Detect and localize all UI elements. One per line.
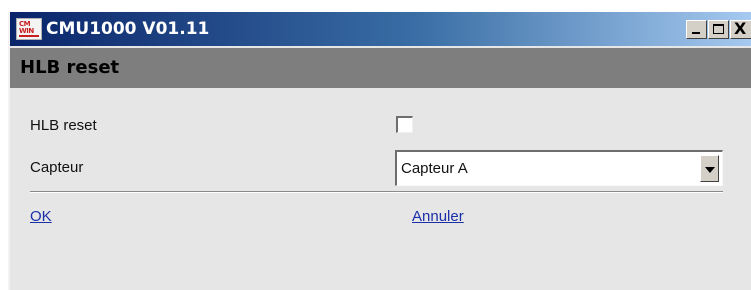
maximize-icon	[713, 24, 724, 34]
capteur-label: Capteur	[30, 159, 84, 176]
ok-link[interactable]: OK	[30, 208, 52, 226]
app-icon-stripe	[19, 35, 39, 37]
window-title: CMU1000 V01.11	[46, 19, 210, 39]
close-button[interactable]: X	[730, 20, 751, 39]
cancel-link[interactable]: Annuler	[412, 208, 464, 226]
app-icon-line2: WIN	[19, 27, 34, 35]
hlb-reset-checkbox[interactable]	[396, 116, 413, 133]
maximize-button[interactable]	[708, 20, 729, 39]
minimize-button[interactable]	[686, 20, 707, 39]
hlb-reset-label: HLB reset	[30, 117, 97, 134]
title-bar[interactable]: CM WIN CMU1000 V01.11 X	[10, 12, 751, 46]
minimize-icon	[692, 32, 700, 34]
capteur-select-value: Capteur A	[401, 160, 468, 177]
cmwin-app-icon[interactable]: CM WIN	[16, 18, 42, 40]
close-icon: X	[734, 19, 747, 38]
page-title: HLB reset	[20, 57, 120, 78]
form-divider	[30, 191, 723, 193]
page-header: HLB reset	[10, 48, 751, 88]
dropdown-button[interactable]	[700, 155, 719, 182]
chevron-down-icon	[705, 167, 715, 173]
app-window: CM WIN CMU1000 V01.11 X HLB reset HLB re…	[8, 12, 751, 290]
capteur-select[interactable]: Capteur A	[395, 150, 723, 186]
